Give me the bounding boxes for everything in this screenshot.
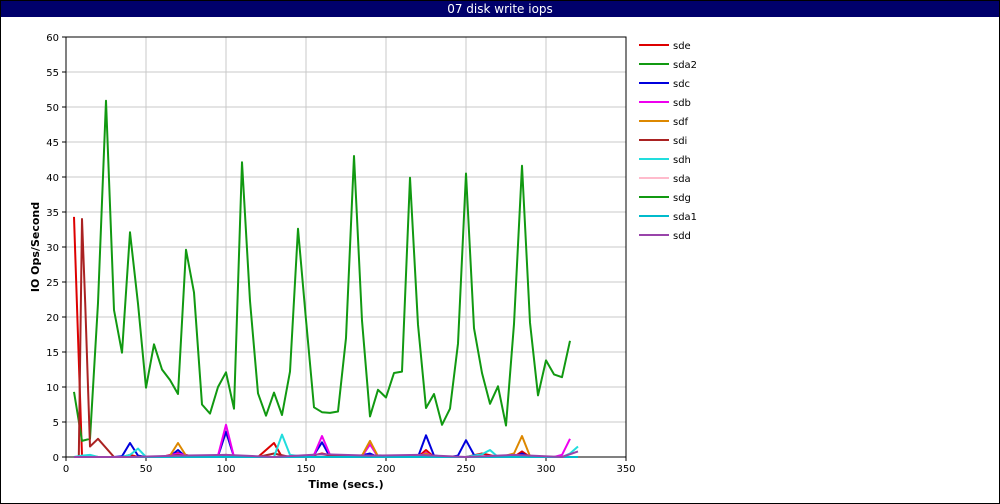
legend-label-sdc: sdc xyxy=(673,79,690,90)
y-tick-label: 15 xyxy=(46,348,59,359)
x-tick-label: 100 xyxy=(216,464,235,475)
series-line-sda2 xyxy=(73,99,571,442)
y-tick-label: 30 xyxy=(46,243,59,254)
y-tick-label: 40 xyxy=(46,173,59,184)
y-tick-label: 20 xyxy=(46,313,59,324)
y-tick-label: 10 xyxy=(46,383,59,394)
legend-label-sdi: sdi xyxy=(673,136,687,147)
chart-title: 07 disk write iops xyxy=(1,1,999,17)
x-axis-label: Time (secs.) xyxy=(308,478,383,491)
y-tick-label: 25 xyxy=(46,278,59,289)
legend-label-sda2: sda2 xyxy=(673,60,697,71)
chart-canvas: 0 50 100 150 200 250 300 350 0 5 10 15 20 25 30 35 40 45 5… xyxy=(29,33,697,491)
legend-label-sdf: sdf xyxy=(673,117,689,128)
series-line-sdb xyxy=(74,423,571,458)
x-tick-label: 0 xyxy=(63,464,69,475)
grid-lines xyxy=(65,36,627,458)
legend-label-sda1: sda1 xyxy=(673,212,697,223)
y-tick-label: 0 xyxy=(53,453,59,464)
y-tick-label: 35 xyxy=(46,208,59,219)
x-tick-label: 300 xyxy=(536,464,555,475)
legend-label-sdd: sdd xyxy=(673,231,691,242)
legend-label-sde: sde xyxy=(673,41,691,52)
legend: sde sda2 sdc sdb sdf sdi sdh sda sdg sda1 sdd xyxy=(639,41,697,242)
legend-label-sdb: sdb xyxy=(673,98,691,109)
x-tick-label: 350 xyxy=(616,464,635,475)
y-tick-label: 5 xyxy=(53,418,59,429)
legend-label-sdg: sdg xyxy=(673,193,691,204)
series-lines xyxy=(73,99,579,458)
y-tick-label: 55 xyxy=(46,68,59,79)
x-tick-label: 200 xyxy=(376,464,395,475)
series-line-sdi xyxy=(74,218,578,458)
y-tick-label: 50 xyxy=(46,103,59,114)
series-line-sde xyxy=(73,216,570,458)
chart-window: 07 disk write iops 0 50 100 150 200 250 300 350… xyxy=(0,0,1000,504)
x-tick-label: 250 xyxy=(456,464,475,475)
legend-label-sda: sda xyxy=(673,174,691,185)
x-tick-label: 150 xyxy=(296,464,315,475)
y-tick-label: 60 xyxy=(46,33,59,44)
y-axis-label: IO Ops/Second xyxy=(29,202,42,292)
y-tick-label: 45 xyxy=(46,138,59,149)
legend-label-sdh: sdh xyxy=(673,155,691,166)
x-tick-label: 50 xyxy=(140,464,153,475)
